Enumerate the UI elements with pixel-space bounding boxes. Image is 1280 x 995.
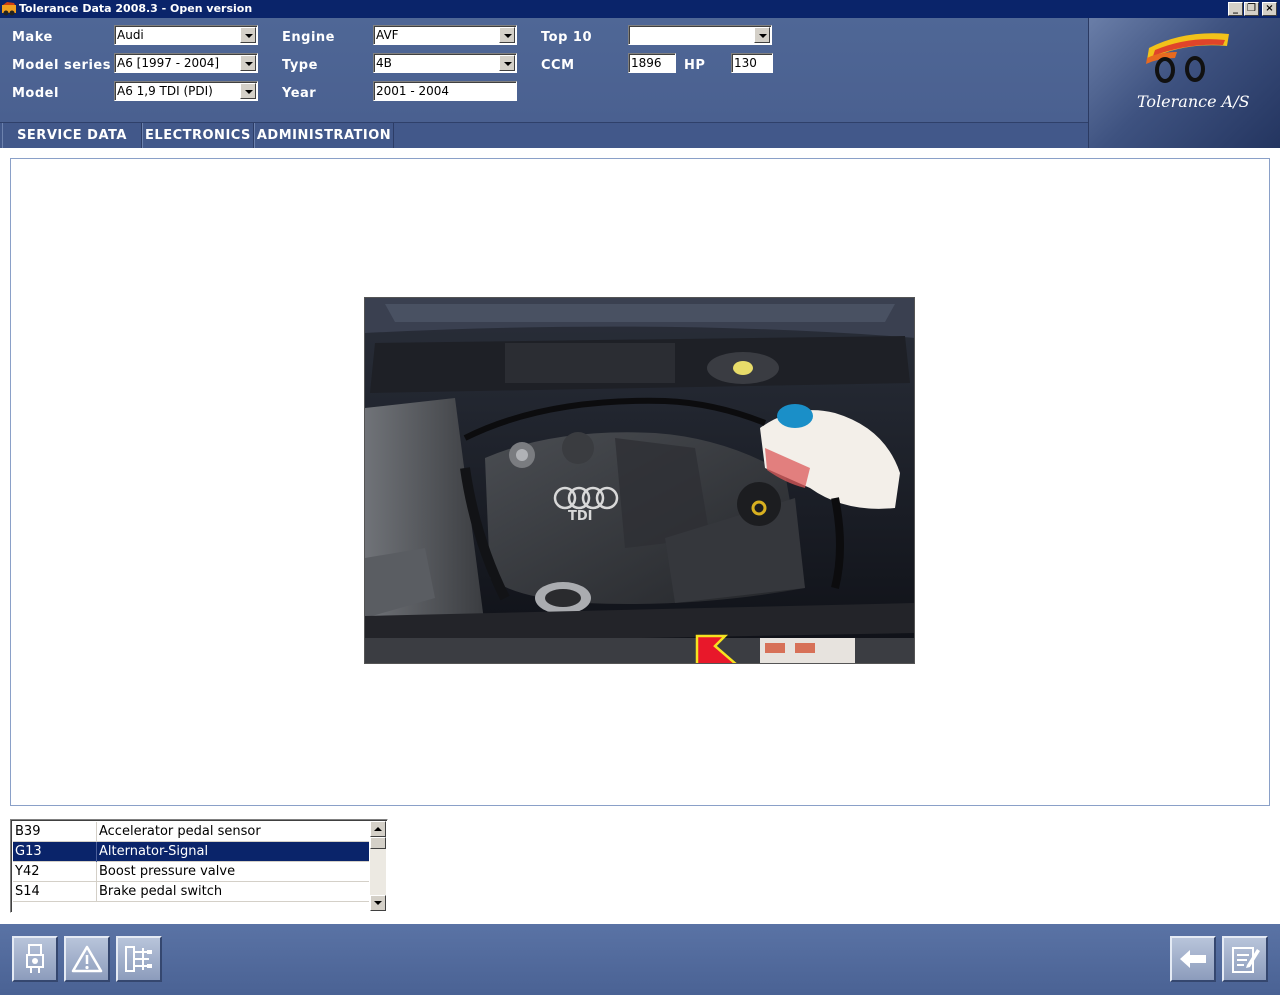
bottom-toolbar (0, 924, 1280, 995)
model-series-label: Model series (12, 58, 111, 73)
chevron-down-icon[interactable] (499, 27, 515, 43)
menu-administration[interactable]: ADMINISTRATION (254, 123, 394, 148)
engine-value: AVF (376, 28, 399, 42)
main-menu-bar: SERVICE DATA ELECTRONICS ADMINISTRATION (0, 122, 1088, 148)
component-description: Accelerator pedal sensor (99, 824, 261, 839)
make-label: Make (12, 30, 53, 45)
list-item[interactable]: Y42 Boost pressure valve (13, 862, 369, 882)
scroll-thumb[interactable] (370, 837, 386, 849)
year-label: Year (282, 86, 317, 101)
component-description: Boost pressure valve (99, 864, 236, 879)
minimize-button[interactable]: _ (1228, 2, 1243, 16)
chevron-down-icon[interactable] (240, 27, 256, 43)
menu-electronics[interactable]: ELECTRONICS (142, 123, 254, 148)
scroll-up-icon[interactable] (370, 821, 386, 837)
brand-name: Tolerance A/S (1137, 92, 1250, 111)
engine-label: Engine (282, 30, 335, 45)
component-description: Alternator-Signal (99, 844, 209, 859)
model-value: A6 1,9 TDI (PDI) (117, 84, 213, 98)
engine-bay-illustration: TDI (365, 298, 914, 663)
warning-icon (71, 945, 103, 973)
component-list[interactable]: B39 Accelerator pedal sensor G13 Alterna… (10, 819, 388, 913)
model-dropdown[interactable]: A6 1,9 TDI (PDI) (114, 81, 258, 101)
model-series-value: A6 [1997 - 2004] (117, 56, 220, 70)
sensor-icon (26, 944, 44, 973)
model-series-dropdown[interactable]: A6 [1997 - 2004] (114, 53, 258, 73)
model-label: Model (12, 86, 59, 101)
back-button[interactable] (1170, 936, 1216, 982)
component-description: Brake pedal switch (99, 884, 223, 899)
hp-field[interactable]: 130 (731, 53, 773, 73)
year-field[interactable]: 2001 - 2004 (373, 81, 517, 101)
wiring-diagram-button[interactable] (116, 936, 162, 982)
make-dropdown[interactable]: Audi (114, 25, 258, 45)
close-button[interactable]: × (1262, 2, 1277, 16)
type-label: Type (282, 58, 318, 73)
notes-icon (1232, 947, 1260, 973)
chevron-down-icon[interactable] (499, 55, 515, 71)
component-code: Y42 (13, 862, 97, 882)
menu-service-data[interactable]: SERVICE DATA (2, 123, 142, 148)
warning-button[interactable] (64, 936, 110, 982)
component-code: G13 (13, 842, 97, 862)
window-title: Tolerance Data 2008.3 - Open version (19, 2, 253, 15)
chevron-down-icon[interactable] (240, 55, 256, 71)
hp-label: HP (684, 58, 706, 73)
list-item[interactable]: S14 Brake pedal switch (13, 882, 369, 902)
notes-button[interactable] (1222, 936, 1268, 982)
brand-logo-panel: Tolerance A/S (1088, 18, 1280, 148)
list-scrollbar[interactable] (370, 821, 386, 911)
type-value: 4B (376, 56, 392, 70)
chevron-down-icon[interactable] (754, 27, 770, 43)
vehicle-selection-header: Make Audi Model series A6 [1997 - 2004] … (0, 18, 1088, 122)
scroll-down-icon[interactable] (370, 895, 386, 911)
list-item[interactable]: B39 Accelerator pedal sensor (13, 822, 369, 842)
component-code: S14 (13, 882, 97, 902)
make-value: Audi (117, 28, 144, 42)
wiring-diagram-icon (125, 946, 152, 972)
engine-bay-photo: TDI (364, 297, 915, 664)
tdi-badge: TDI (568, 509, 593, 524)
chevron-down-icon[interactable] (240, 83, 256, 99)
engine-dropdown[interactable]: AVF (373, 25, 517, 45)
restore-button[interactable]: ❐ (1244, 2, 1259, 16)
back-arrow-icon (1180, 950, 1206, 968)
component-test-button[interactable] (12, 936, 58, 982)
ccm-label: CCM (541, 58, 575, 73)
list-item-selected[interactable]: G13 Alternator-Signal (13, 842, 369, 862)
type-dropdown[interactable]: 4B (373, 53, 517, 73)
top10-dropdown[interactable] (628, 25, 772, 45)
top10-label: Top 10 (541, 30, 592, 45)
window-titlebar: Tolerance Data 2008.3 - Open version _ ❐… (0, 0, 1280, 18)
app-logo-icon (2, 2, 16, 16)
component-code: B39 (13, 822, 97, 842)
tolerance-logo-icon (1146, 33, 1229, 83)
ccm-field[interactable]: 1896 (628, 53, 676, 73)
